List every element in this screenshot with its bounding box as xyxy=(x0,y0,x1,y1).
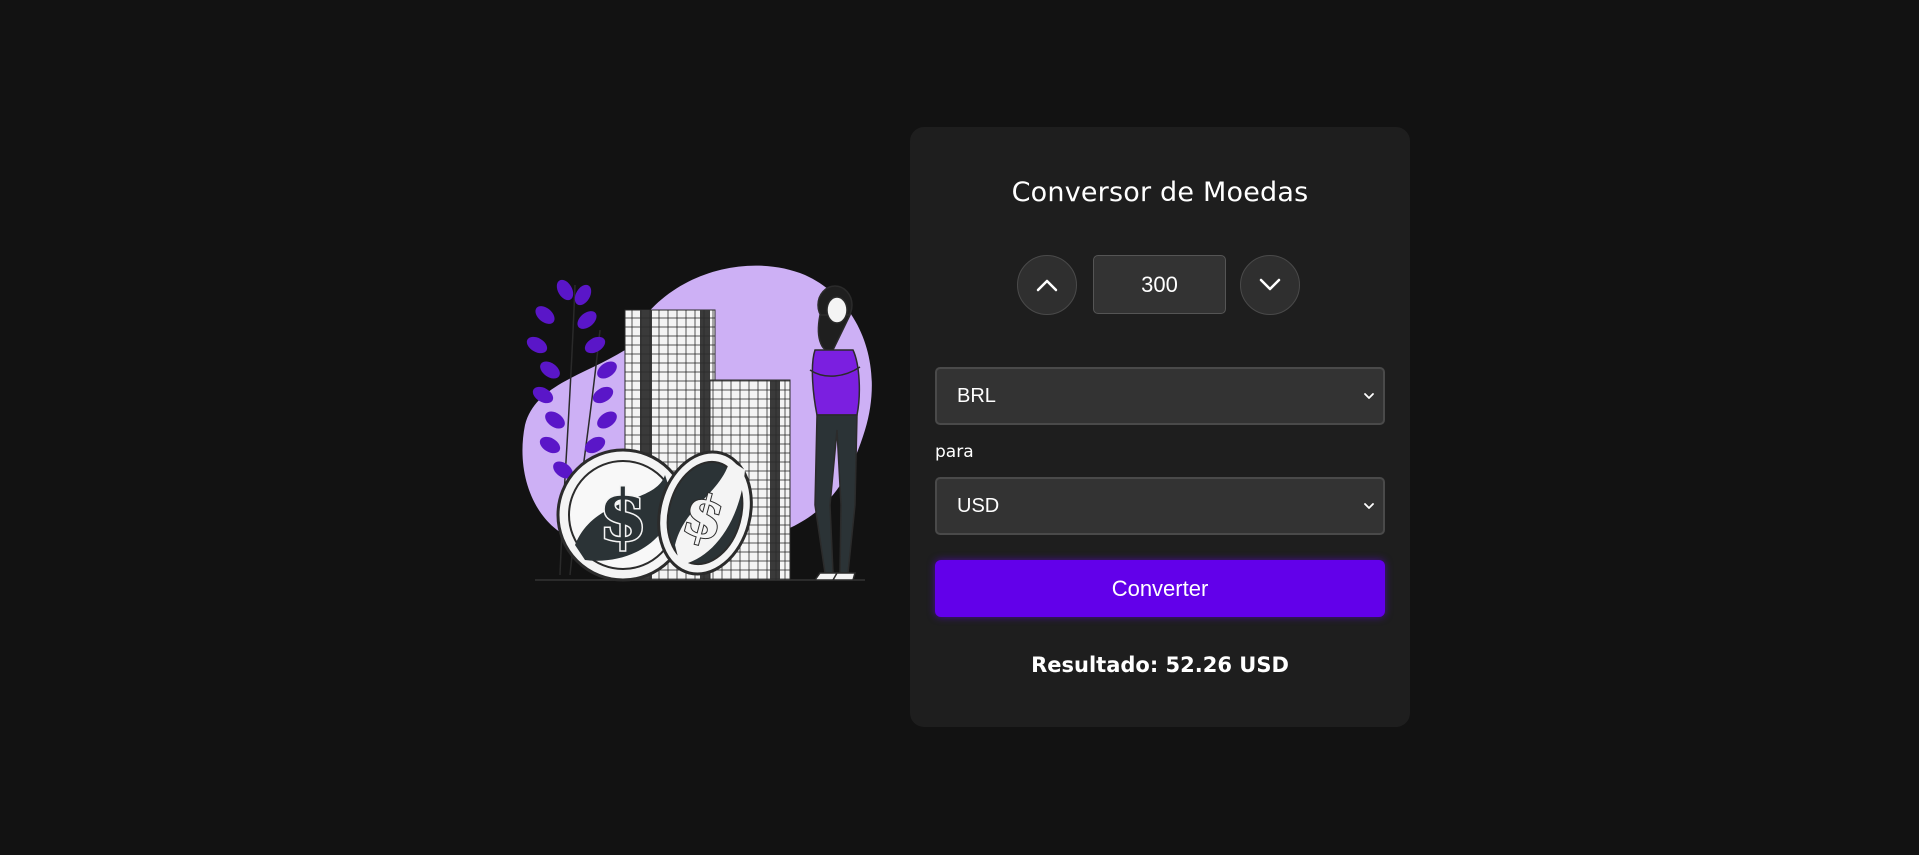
to-currency-value: USD xyxy=(957,494,1000,517)
convert-button[interactable]: Converter xyxy=(935,560,1385,617)
converter-card: Conversor de Moedas BRL para USD Con xyxy=(910,127,1410,727)
decrement-button[interactable] xyxy=(1240,255,1300,315)
page-title: Conversor de Moedas xyxy=(1011,177,1309,208)
chevron-down-icon xyxy=(1364,393,1374,399)
amount-input[interactable] xyxy=(1093,255,1226,314)
chevron-down-icon xyxy=(1364,503,1374,509)
page: $ $ Conversor de Moedas 300 BRL para USD… xyxy=(0,0,1919,855)
chevron-down-icon xyxy=(1259,278,1281,291)
svg-text:$: $ xyxy=(599,474,648,557)
to-currency-select[interactable]: USD xyxy=(935,477,1385,535)
chevron-up-icon xyxy=(1036,279,1058,292)
result-text: Resultado: 52.26 USD xyxy=(1031,653,1289,677)
separator-label: para xyxy=(935,442,974,462)
increment-button[interactable] xyxy=(1017,255,1077,315)
from-currency-value: BRL xyxy=(957,384,996,407)
money-illustration: $ $ xyxy=(522,265,872,582)
from-currency-select[interactable]: BRL xyxy=(935,367,1385,425)
